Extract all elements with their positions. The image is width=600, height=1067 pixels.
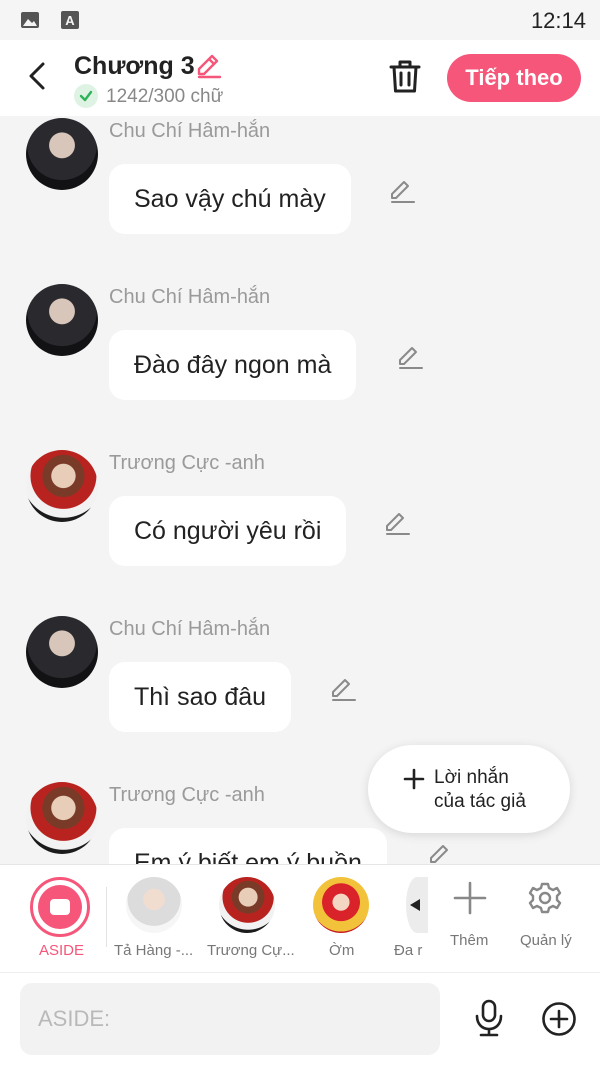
message-bubble[interactable]: Đào đây ngon mà xyxy=(109,330,357,400)
mic-icon[interactable] xyxy=(472,999,506,1037)
aside-icon xyxy=(38,885,82,929)
character-bar: ASIDE Tả Hàng -... Trương Cự... Ờm Đa r … xyxy=(0,864,600,972)
message-bubble[interactable]: Thì sao đâu xyxy=(109,662,292,732)
sender-name: Trương Cực -anh xyxy=(109,452,265,474)
message-bubble[interactable]: Có người yêu rồi xyxy=(109,496,347,566)
message-bubble[interactable]: Em ý biết em ý buồn xyxy=(109,828,387,864)
divider xyxy=(106,887,107,947)
character-avatar[interactable] xyxy=(406,877,428,933)
chat-message: Chu Chí Hâm-hắn Sao vậy chú mày xyxy=(0,118,600,278)
aside-label: ASIDE xyxy=(39,942,85,959)
author-note-label-line2: của tác giả xyxy=(434,791,526,812)
message-input[interactable] xyxy=(20,983,440,1055)
image-icon xyxy=(21,12,39,28)
chapter-title: Chương 3 xyxy=(74,52,195,80)
trash-icon[interactable] xyxy=(388,58,422,94)
add-character-label: Thêm xyxy=(450,932,489,949)
character-label: Tả Hàng -... xyxy=(114,942,194,959)
avatar[interactable] xyxy=(26,284,98,356)
plus-icon xyxy=(403,768,425,790)
character-avatar[interactable] xyxy=(313,877,369,933)
edit-message-icon[interactable] xyxy=(389,178,415,204)
chapter-header: Chương 3 1242/300 chữ Tiếp theo xyxy=(0,40,600,116)
character-avatar[interactable] xyxy=(219,877,275,933)
author-note-button[interactable]: Lời nhắn của tác giả xyxy=(368,745,570,833)
pencil-icon[interactable] xyxy=(194,52,222,80)
character-label: Ờm xyxy=(329,942,355,959)
check-icon xyxy=(74,84,98,108)
edit-message-icon[interactable] xyxy=(428,842,454,864)
chat-message: Chu Chí Hâm-hắn Đào đây ngon mà xyxy=(0,284,600,444)
aside-button[interactable] xyxy=(30,877,90,937)
clock: 12:14 xyxy=(530,8,586,33)
manage-label: Quản lý xyxy=(520,932,572,949)
chevron-left-icon xyxy=(410,899,420,911)
character-avatar[interactable] xyxy=(126,877,182,933)
character-label: Đa r xyxy=(394,942,423,959)
svg-text:A: A xyxy=(65,13,75,28)
sender-name: Chu Chí Hâm-hắn xyxy=(109,618,271,640)
input-bar xyxy=(0,972,600,1067)
edit-message-icon[interactable] xyxy=(330,676,356,702)
chat-message: Trương Cực -anh Có người yêu rồi xyxy=(0,450,600,610)
add-character-icon[interactable] xyxy=(453,881,487,915)
character-label: Trương Cự... xyxy=(207,942,295,959)
next-button[interactable]: Tiếp theo xyxy=(447,54,581,102)
gear-icon[interactable] xyxy=(528,881,562,915)
word-count: 1242/300 chữ xyxy=(106,86,224,107)
back-icon[interactable] xyxy=(20,58,56,94)
add-circle-icon[interactable] xyxy=(541,1001,577,1037)
avatar[interactable] xyxy=(26,616,98,688)
status-bar: A 12:14 xyxy=(0,0,600,40)
edit-message-icon[interactable] xyxy=(384,510,410,536)
sender-name: Chu Chí Hâm-hắn xyxy=(109,120,271,142)
sender-name: Chu Chí Hâm-hắn xyxy=(109,286,271,308)
author-note-label-line1: Lời nhắn xyxy=(434,767,509,788)
edit-message-icon[interactable] xyxy=(397,344,423,370)
avatar[interactable] xyxy=(26,118,98,190)
keyboard-a-icon: A xyxy=(61,11,79,29)
avatar[interactable] xyxy=(26,450,98,522)
sender-name: Trương Cực -anh xyxy=(109,784,265,806)
avatar[interactable] xyxy=(26,782,98,854)
message-bubble[interactable]: Sao vậy chú mày xyxy=(109,164,351,234)
